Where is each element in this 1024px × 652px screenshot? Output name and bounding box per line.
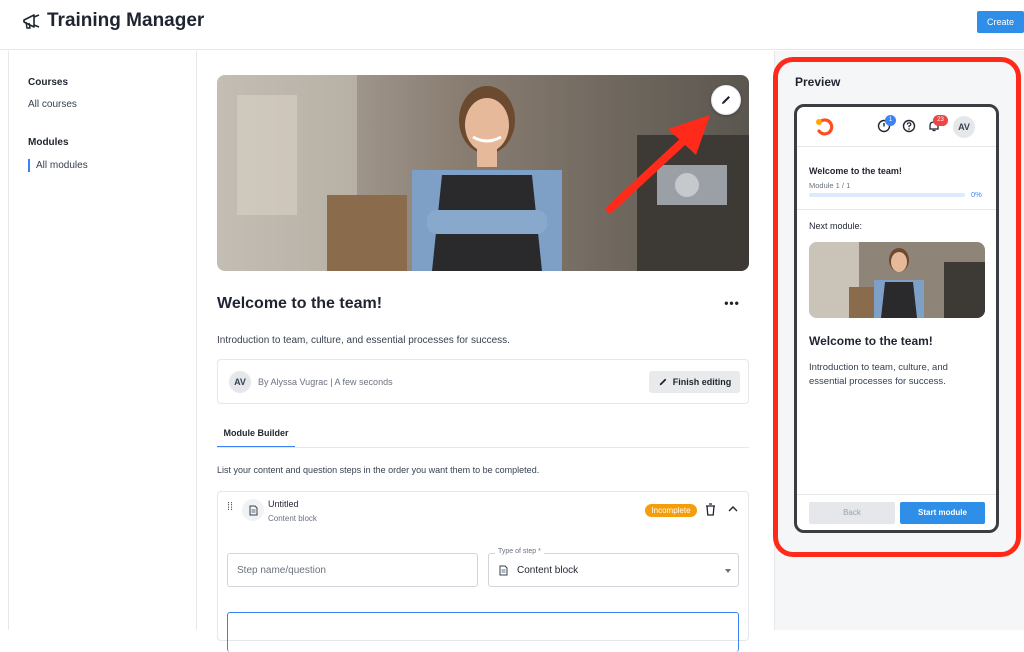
notification-count: 1 xyxy=(885,115,896,126)
step-name-placeholder: Step name/question xyxy=(237,565,326,576)
builder-hint: List your content and question steps in … xyxy=(217,465,540,475)
document-icon xyxy=(499,565,508,576)
sidebar-item-all-modules[interactable]: All modules xyxy=(28,159,88,172)
brand-logo-icon xyxy=(816,118,834,136)
chevron-up-icon[interactable] xyxy=(728,505,738,513)
finish-editing-label: Finish editing xyxy=(672,377,732,387)
module-title: Welcome to the team! xyxy=(217,295,383,312)
phone-footer: Back Start module xyxy=(797,494,996,530)
trash-icon[interactable] xyxy=(705,503,716,516)
finish-editing-button[interactable]: Finish editing xyxy=(649,371,740,393)
annotation-arrow xyxy=(606,115,710,213)
document-icon xyxy=(242,499,264,521)
create-button[interactable]: Create xyxy=(977,11,1024,33)
phone-header: 1 23 AV xyxy=(797,107,996,147)
notification-count: 23 xyxy=(933,115,948,126)
next-module-image[interactable] xyxy=(809,242,985,318)
content-editor[interactable] xyxy=(227,612,739,652)
next-module-label: Next module: xyxy=(809,221,863,231)
step-type-label: Type of step * xyxy=(495,548,544,555)
progress-bar xyxy=(809,193,965,197)
phone-preview: 1 23 AV Welcome to the team! Module 1 / … xyxy=(794,104,999,533)
sidebar-item-all-courses[interactable]: All courses xyxy=(28,99,77,110)
author-avatar: AV xyxy=(229,371,251,393)
more-options-button[interactable]: ••• xyxy=(724,296,740,310)
user-avatar[interactable]: AV xyxy=(953,116,975,138)
preview-card-description: Introduction to team, culture, and essen… xyxy=(809,362,948,387)
edit-cover-button[interactable] xyxy=(711,85,741,115)
sidebar-heading-courses: Courses xyxy=(28,77,69,88)
step-type-select[interactable]: Type of step * Content block xyxy=(488,548,739,587)
step-type-value: Content block xyxy=(517,565,579,576)
step-name: Untitled xyxy=(268,499,299,509)
sidebar-heading-modules: Modules xyxy=(28,137,69,148)
pencil-icon xyxy=(722,96,730,104)
preview-card-title: Welcome to the team! xyxy=(809,334,933,348)
module-editor: Welcome to the team! ••• Introduction to… xyxy=(198,51,773,652)
caret-down-icon xyxy=(725,569,731,573)
step-type: Content block xyxy=(268,514,317,523)
step-card: ⁞⁞ Untitled Content block Incomplete Ste… xyxy=(217,491,749,652)
pencil-icon xyxy=(659,378,667,386)
author-card: AV By Alyssa Vugrac | A few seconds Fini… xyxy=(217,359,749,404)
top-bar: Training Manager Create xyxy=(0,0,1024,50)
tab-divider xyxy=(217,447,749,448)
status-badge: Incomplete xyxy=(645,504,697,517)
sidebar: Courses All courses Modules All modules xyxy=(8,51,197,630)
megaphone-icon xyxy=(23,14,40,29)
back-button[interactable]: Back xyxy=(809,502,895,524)
module-description: Introduction to team, culture, and essen… xyxy=(217,335,510,346)
author-meta: By Alyssa Vugrac | A few seconds xyxy=(258,377,393,387)
app-title: Training Manager xyxy=(47,10,205,31)
progress-percent: 0% xyxy=(971,190,982,199)
start-module-button[interactable]: Start module xyxy=(900,502,985,524)
preview-module-count: Module 1 / 1 xyxy=(809,181,851,190)
help-icon[interactable] xyxy=(902,119,916,133)
preview-welcome: Welcome to the team! xyxy=(809,166,902,176)
drag-handle-icon[interactable]: ⁞⁞ xyxy=(227,502,235,513)
divider xyxy=(797,209,996,210)
tab-module-builder[interactable]: Module Builder xyxy=(217,426,295,448)
step-name-input[interactable]: Step name/question xyxy=(227,553,478,587)
